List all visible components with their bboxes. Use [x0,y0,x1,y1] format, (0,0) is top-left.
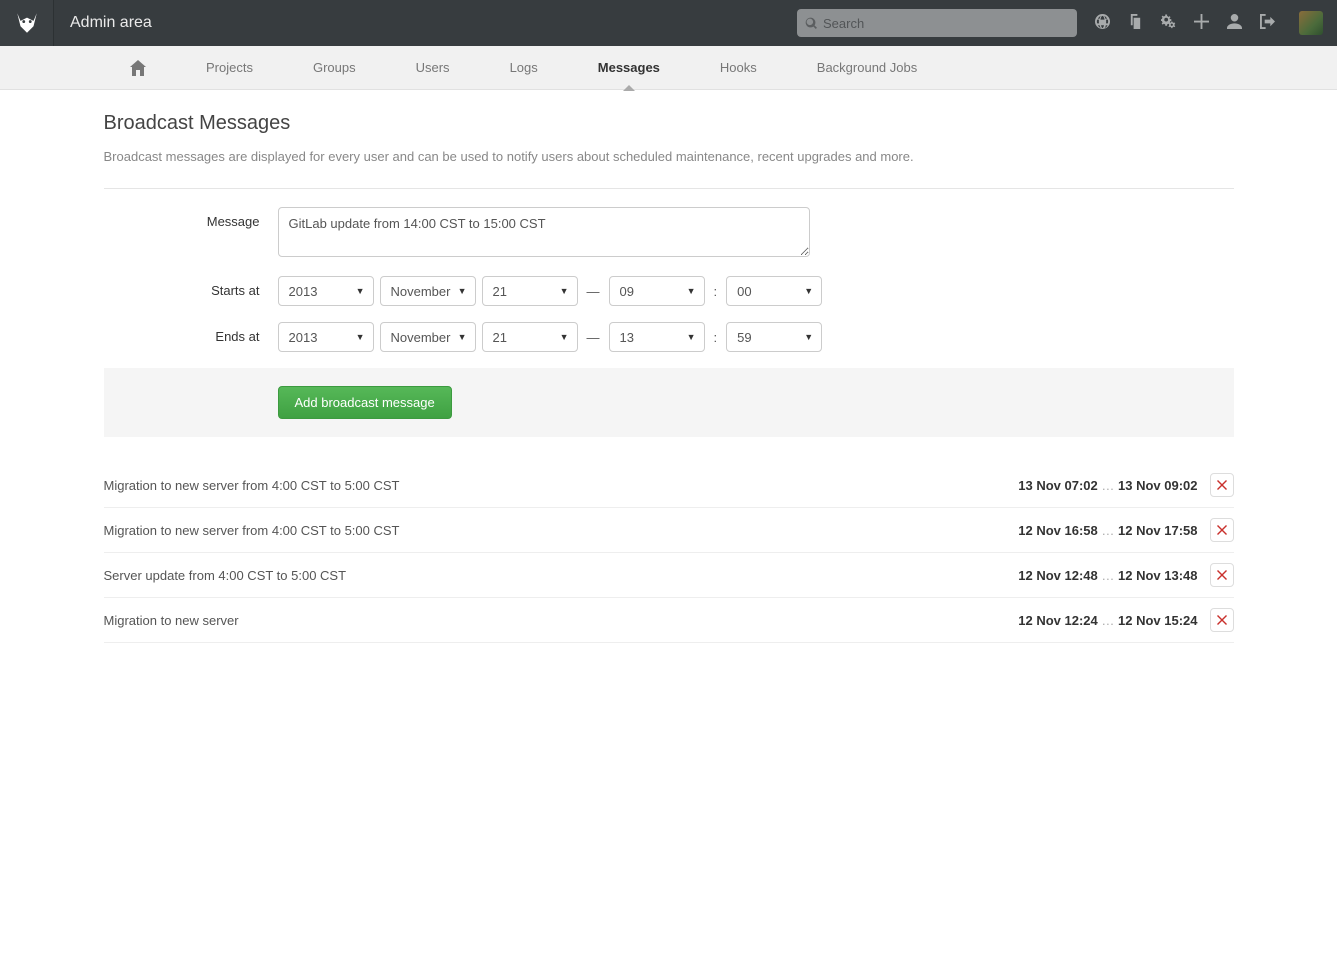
ends-year-select[interactable]: 2013 [278,322,374,352]
ends-colon: : [711,330,721,345]
broadcast-dates: 13 Nov 07:02 … 13 Nov 09:02 [1018,478,1197,493]
broadcast-text: Server update from 4:00 CST to 5:00 CST [104,568,347,583]
delete-button[interactable] [1210,473,1234,497]
plus-icon[interactable] [1194,14,1209,32]
starts-day-select[interactable]: 21 [482,276,578,306]
broadcast-right: 12 Nov 16:58 … 12 Nov 17:58 [1018,518,1233,542]
nav-groups[interactable]: Groups [283,46,386,90]
close-icon [1217,570,1227,580]
page: Broadcast Messages Broadcast messages ar… [104,90,1234,683]
starts-year-select[interactable]: 2013 [278,276,374,306]
subnav: Projects Groups Users Logs Messages Hook… [0,46,1337,90]
broadcast-dates: 12 Nov 12:24 … 12 Nov 15:24 [1018,613,1197,628]
broadcast-text: Migration to new server [104,613,239,628]
row-starts-at: Starts at 2013 November 21 — 09 : 00 [104,276,1234,306]
close-icon [1217,525,1227,535]
delete-button[interactable] [1210,608,1234,632]
page-desc: Broadcast messages are displayed for eve… [104,149,1234,189]
delete-button[interactable] [1210,563,1234,587]
ends-day-select[interactable]: 21 [482,322,578,352]
top-icons [1087,11,1323,35]
delete-button[interactable] [1210,518,1234,542]
starts-colon: : [711,284,721,299]
broadcast-right: 12 Nov 12:24 … 12 Nov 15:24 [1018,608,1233,632]
label-starts-at: Starts at [104,276,278,298]
actions-bar: Add broadcast message [104,368,1234,437]
signout-icon[interactable] [1260,14,1275,32]
globe-icon[interactable] [1095,14,1110,32]
nav-hooks[interactable]: Hooks [690,46,787,90]
nav-messages[interactable]: Messages [568,46,690,90]
label-ends-at: Ends at [104,322,278,344]
message-textarea[interactable] [278,207,810,257]
logo[interactable] [0,0,54,46]
nav-bgjobs[interactable]: Background Jobs [787,46,947,90]
broadcast-text: Migration to new server from 4:00 CST to… [104,478,400,493]
broadcast-right: 13 Nov 07:02 … 13 Nov 09:02 [1018,473,1233,497]
label-message: Message [104,207,278,229]
starts-month-select[interactable]: November [380,276,476,306]
nav-users[interactable]: Users [386,46,480,90]
home-icon [130,60,146,76]
gears-icon[interactable] [1161,14,1176,32]
broadcast-item: Server update from 4:00 CST to 5:00 CST 1… [104,553,1234,598]
starts-hour-select[interactable]: 09 [609,276,705,306]
ends-minute-select[interactable]: 59 [726,322,822,352]
broadcast-list: Migration to new server from 4:00 CST to… [104,463,1234,643]
nav-home[interactable] [100,46,176,90]
broadcast-text: Migration to new server from 4:00 CST to… [104,523,400,538]
broadcast-item: Migration to new server from 4:00 CST to… [104,463,1234,508]
search-wrap[interactable] [797,9,1077,37]
broadcast-dates: 12 Nov 12:48 … 12 Nov 13:48 [1018,568,1197,583]
ends-hour-select[interactable]: 13 [609,322,705,352]
broadcast-item: Migration to new server from 4:00 CST to… [104,508,1234,553]
close-icon [1217,480,1227,490]
user-icon[interactable] [1227,14,1242,32]
avatar[interactable] [1299,11,1323,35]
topbar: Admin area [0,0,1337,46]
row-message: Message [104,207,1234,260]
search-icon [805,17,818,30]
page-title: Broadcast Messages [104,112,1234,135]
nav-projects[interactable]: Projects [176,46,283,90]
ends-month-select[interactable]: November [380,322,476,352]
ends-dash: — [584,330,603,345]
starts-minute-select[interactable]: 00 [726,276,822,306]
starts-dash: — [584,284,603,299]
fox-icon [14,10,40,36]
add-broadcast-button[interactable]: Add broadcast message [278,386,452,419]
close-icon [1217,615,1227,625]
copy-icon[interactable] [1128,14,1143,32]
row-ends-at: Ends at 2013 November 21 — 13 : 59 [104,322,1234,352]
nav-logs[interactable]: Logs [480,46,568,90]
brand-title[interactable]: Admin area [54,14,152,32]
broadcast-right: 12 Nov 12:48 … 12 Nov 13:48 [1018,563,1233,587]
broadcast-item: Migration to new server 12 Nov 12:24 … 12… [104,598,1234,643]
broadcast-dates: 12 Nov 16:58 … 12 Nov 17:58 [1018,523,1197,538]
search-input[interactable] [823,16,1069,31]
